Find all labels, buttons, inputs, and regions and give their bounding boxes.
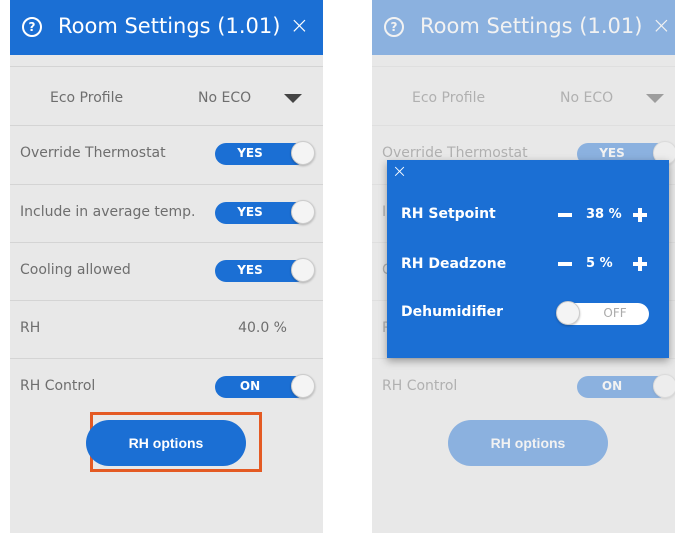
toggle-knob[interactable] [556, 301, 580, 325]
chevron-down-icon[interactable] [284, 94, 302, 103]
rh-deadzone-value: 5 % [586, 256, 613, 271]
toggle-state: ON [239, 379, 261, 393]
toggle-state: YES [237, 146, 263, 160]
rh-options-modal: × RH Setpoint 38 % RH Deadzone 5 % Dehum… [387, 160, 669, 358]
minus-icon[interactable] [558, 262, 572, 266]
include-average-label: Include in average temp. [20, 204, 196, 220]
plus-icon[interactable] [633, 257, 647, 271]
header-bar: ? Room Settings (1.01) × [10, 0, 323, 55]
cooling-allowed-toggle[interactable]: YES [215, 258, 315, 282]
cooling-allowed-label: Cooling allowed [20, 262, 131, 278]
rh-deadzone-label: RH Deadzone [401, 256, 507, 272]
override-thermostat-toggle[interactable]: YES [215, 141, 315, 165]
room-settings-panel: ? Room Settings (1.01) × Eco Profile No … [10, 0, 323, 533]
close-icon[interactable]: × [392, 163, 407, 181]
dehumidifier-toggle[interactable]: OFF [556, 301, 649, 325]
toggle-knob[interactable] [291, 141, 315, 165]
rh-label: RH [20, 320, 41, 336]
close-icon[interactable]: × [290, 14, 309, 38]
override-thermostat-row: Override Thermostat YES [10, 125, 323, 183]
toggle-state: YES [237, 263, 263, 277]
eco-profile-label: Eco Profile [50, 90, 124, 106]
rh-setpoint-label: RH Setpoint [401, 206, 496, 222]
plus-icon[interactable] [633, 208, 647, 222]
help-icon[interactable]: ? [22, 17, 42, 37]
rh-setpoint-value: 38 % [586, 207, 622, 222]
rh-options-button[interactable]: RH options [86, 420, 246, 466]
dehumidifier-label: Dehumidifier [401, 304, 504, 320]
toggle-knob[interactable] [291, 200, 315, 224]
minus-icon[interactable] [558, 213, 572, 217]
toggle-knob[interactable] [291, 374, 315, 398]
rh-value: 40.0 % [238, 320, 287, 336]
eco-profile-value[interactable]: No ECO [198, 90, 251, 106]
include-average-row: Include in average temp. YES [10, 184, 323, 242]
toggle-knob[interactable] [291, 258, 315, 282]
include-average-toggle[interactable]: YES [215, 200, 315, 224]
rh-control-row: RH Control ON [10, 358, 323, 416]
rh-control-toggle[interactable]: ON [215, 374, 315, 398]
page-title: Room Settings (1.01) [58, 14, 281, 38]
rh-row: RH 40.0 % [10, 300, 323, 358]
eco-profile-row[interactable]: Eco Profile No ECO [10, 66, 323, 124]
override-thermostat-label: Override Thermostat [20, 145, 166, 161]
cooling-allowed-row: Cooling allowed YES [10, 242, 323, 300]
toggle-state: OFF [603, 306, 627, 320]
rh-control-label: RH Control [20, 378, 96, 394]
toggle-state: YES [237, 205, 263, 219]
